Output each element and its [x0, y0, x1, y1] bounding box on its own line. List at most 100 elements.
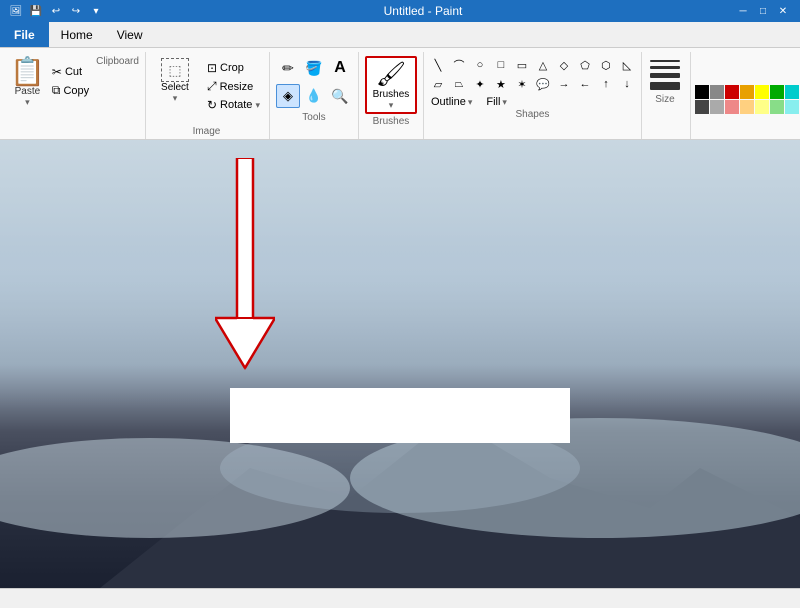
view-menu[interactable]: View — [105, 22, 155, 47]
brushes-dropdown-icon: ▾ — [389, 100, 394, 111]
shape-pentagon[interactable]: ⬠ — [575, 56, 595, 74]
shape-arrow-up[interactable]: ↑ — [596, 75, 616, 93]
text-button[interactable]: A — [328, 56, 352, 80]
color-swatch[interactable] — [770, 100, 784, 114]
dropdown-icon[interactable]: ▾ — [88, 3, 104, 19]
menu-bar: File Home View — [0, 22, 800, 48]
quick-access-toolbar: 🖼 💾 ↩ ↪ ▾ — [8, 3, 104, 19]
color-swatch[interactable] — [770, 85, 784, 99]
shape-triangle[interactable]: △ — [533, 56, 553, 74]
cut-icon: ✂ — [52, 65, 62, 79]
resize-label: Resize — [220, 81, 254, 93]
select-dropdown-icon: ▾ — [173, 93, 178, 104]
color-swatch[interactable] — [725, 85, 739, 99]
outline-dropdown-icon: ▾ — [468, 97, 473, 108]
shape-rect[interactable]: □ — [491, 56, 511, 74]
title-bar: 🖼 💾 ↩ ↪ ▾ Untitled - Paint ─ □ ✕ — [0, 0, 800, 22]
color-swatch[interactable] — [740, 100, 754, 114]
color-swatch[interactable] — [725, 100, 739, 114]
shape-roundrect[interactable]: ▭ — [512, 56, 532, 74]
eraser-button[interactable]: ◈ — [276, 84, 300, 108]
window-controls: ─ □ ✕ — [734, 3, 792, 19]
shape-6star[interactable]: ✶ — [512, 75, 532, 93]
crop-button[interactable]: ⊡ Crop — [204, 60, 263, 76]
image-tools-row: ⬚ Select ▾ ⊡ Crop ⤢ Resize ↻ Rotate ▾ — [150, 56, 263, 126]
magnifier-button[interactable]: 🔍 — [328, 84, 352, 108]
outline-dropdown[interactable]: Outline ▾ — [428, 95, 475, 109]
resize-icon: ⤢ — [207, 79, 217, 94]
shapes-grid: ╲ ⌒ ○ □ ▭ △ ◇ ⬠ ⬡ ◺ ▱ ⏢ ✦ ★ ✶ 💬 → ← ↑ ↓ — [428, 56, 637, 93]
red-arrow — [215, 158, 275, 378]
shape-arrow-left[interactable]: ← — [575, 75, 595, 93]
size-line-4[interactable] — [650, 82, 680, 90]
select-label: Select — [161, 82, 189, 93]
shape-parallelogram[interactable]: ▱ — [428, 75, 448, 93]
close-button[interactable]: ✕ — [774, 3, 792, 19]
color-palette — [695, 85, 800, 114]
shape-oval[interactable]: ○ — [470, 56, 490, 74]
fill-dropdown[interactable]: Fill ▾ — [483, 95, 510, 109]
copy-button[interactable]: ⧉ Copy — [49, 82, 92, 99]
shapes-bottom: Outline ▾ Fill ▾ — [428, 95, 637, 109]
undo-icon[interactable]: ↩ — [48, 3, 64, 19]
cut-label: Cut — [65, 66, 82, 78]
cut-button[interactable]: ✂ Cut — [49, 64, 92, 80]
outline-label: Outline — [431, 96, 466, 108]
brushes-label: Brushes — [373, 89, 410, 100]
clipboard-right: ✂ Cut ⧉ Copy — [49, 56, 92, 99]
shape-trapezoid[interactable]: ⏢ — [449, 75, 469, 93]
paste-button[interactable]: 📋 Paste ▾ — [6, 56, 49, 110]
home-menu[interactable]: Home — [49, 22, 105, 47]
resize-button[interactable]: ⤢ Resize — [204, 78, 263, 95]
brushes-section: 🖌 Brushes ▾ Brushes — [359, 52, 424, 139]
shape-arrow-right[interactable]: → — [554, 75, 574, 93]
status-bar — [0, 588, 800, 608]
select-button[interactable]: ⬚ Select ▾ — [150, 56, 200, 126]
shape-diamond[interactable]: ◇ — [554, 56, 574, 74]
shape-4star[interactable]: ✦ — [470, 75, 490, 93]
color-swatch[interactable] — [740, 85, 754, 99]
paste-icon: 📋 — [10, 58, 45, 86]
color-swatch[interactable] — [710, 85, 724, 99]
color-picker-button[interactable]: 💧 — [302, 84, 326, 108]
color-swatch[interactable] — [755, 85, 769, 99]
shape-curve[interactable]: ⌒ — [449, 56, 469, 74]
save-icon[interactable]: 💾 — [28, 3, 44, 19]
rotate-button[interactable]: ↻ Rotate ▾ — [204, 97, 263, 113]
file-menu[interactable]: File — [0, 22, 49, 47]
shape-5star[interactable]: ★ — [491, 75, 511, 93]
pencil-button[interactable]: ✏ — [276, 56, 300, 80]
image-section: ⬚ Select ▾ ⊡ Crop ⤢ Resize ↻ Rotate ▾ — [146, 52, 270, 139]
shape-hexagon[interactable]: ⬡ — [596, 56, 616, 74]
rotate-label: Rotate — [220, 99, 252, 111]
tools-row: ✏ 🪣 A — [276, 56, 352, 80]
fill-button[interactable]: 🪣 — [302, 56, 326, 80]
color-swatch[interactable] — [755, 100, 769, 114]
shape-arrow-down[interactable]: ↓ — [617, 75, 637, 93]
color-swatch[interactable] — [785, 85, 799, 99]
size-line-1[interactable] — [650, 60, 680, 62]
color-swatch[interactable] — [785, 100, 799, 114]
paste-dropdown-icon: ▾ — [25, 97, 30, 108]
rotate-dropdown-icon: ▾ — [255, 100, 260, 111]
size-lines — [646, 56, 684, 94]
shape-callout[interactable]: 💬 — [533, 75, 553, 93]
redo-icon[interactable]: ↪ — [68, 3, 84, 19]
ribbon: 📋 Paste ▾ ✂ Cut ⧉ Copy Clipboard ⬚ Sel — [0, 48, 800, 140]
clipboard-section: 📋 Paste ▾ ✂ Cut ⧉ Copy Clipboard — [2, 52, 146, 139]
maximize-button[interactable]: □ — [754, 3, 772, 19]
color-swatch[interactable] — [695, 85, 709, 99]
shape-right-triangle[interactable]: ◺ — [617, 56, 637, 74]
clipboard-section-label: Clipboard — [92, 56, 139, 69]
color-swatch[interactable] — [710, 100, 724, 114]
size-line-3[interactable] — [650, 73, 680, 78]
minimize-button[interactable]: ─ — [734, 3, 752, 19]
shape-diagonal-line[interactable]: ╲ — [428, 56, 448, 74]
size-line-2[interactable] — [650, 66, 680, 69]
color-boxes: Color 1 Color 2 — [695, 56, 800, 142]
image-section-label: Image — [150, 126, 263, 139]
canvas-area[interactable] — [0, 140, 800, 588]
color-swatch[interactable] — [695, 100, 709, 114]
brushes-button[interactable]: 🖌 Brushes ▾ — [365, 56, 417, 114]
app-icon: 🖼 — [8, 3, 24, 19]
